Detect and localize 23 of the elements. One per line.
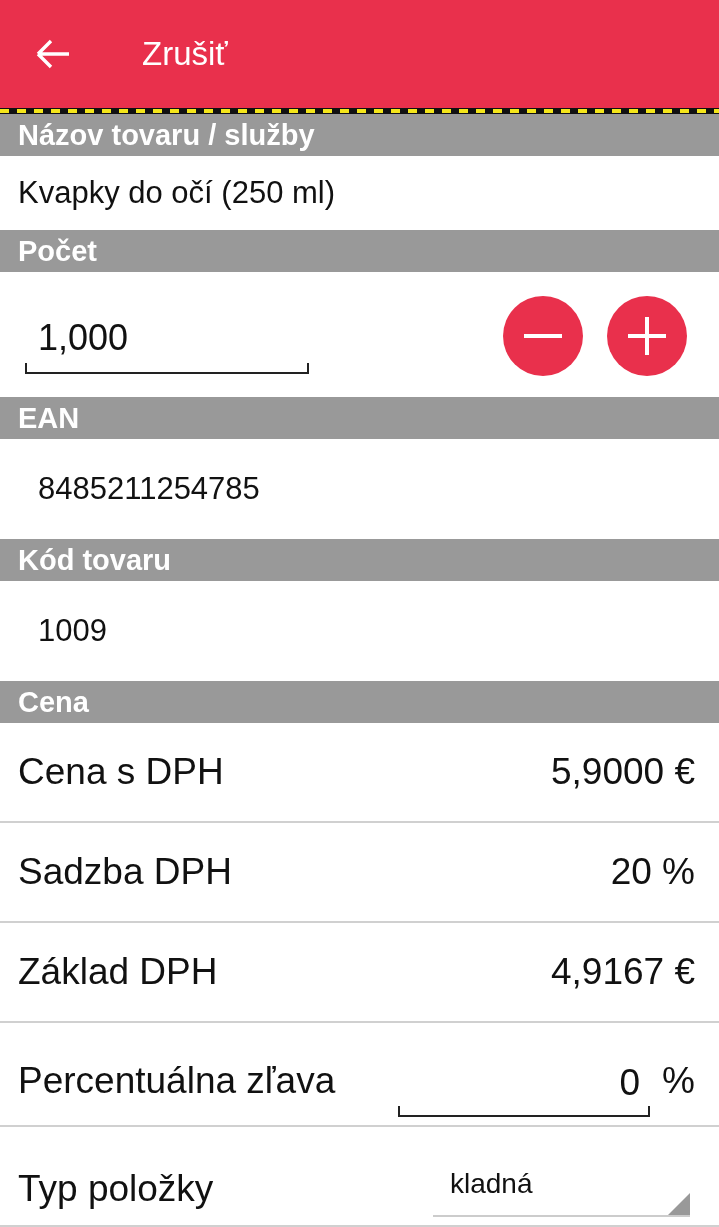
field-value: Kvapky do očí (250 ml) — [18, 173, 336, 212]
section-header: Názov tovaru / služby — [0, 114, 719, 156]
plus-icon — [628, 317, 666, 355]
row-label: Cena s DPH — [18, 750, 224, 795]
section-header: Počet — [0, 230, 719, 272]
unit-label: % — [662, 1059, 695, 1103]
toolbar-title: Zrušiť — [142, 34, 228, 75]
section-header: Kód tovaru — [0, 539, 719, 581]
row-value: 20 % — [610, 850, 695, 895]
field-value: 8485211254785 — [38, 469, 260, 508]
section-header: EAN — [0, 397, 719, 439]
dropdown-corner-icon — [668, 1193, 690, 1215]
minus-icon — [524, 334, 562, 338]
row-label: Základ DPH — [18, 950, 218, 995]
row-label: Sadzba DPH — [18, 850, 232, 895]
row-label: Typ položky — [18, 1167, 214, 1211]
row-label: Percentuálna zľava — [18, 1059, 336, 1103]
row-value: 4,9167 € — [550, 950, 695, 995]
row-value: 5,9000 € — [550, 750, 695, 795]
back-arrow-icon[interactable] — [36, 39, 70, 69]
section-header: Cena — [0, 681, 719, 723]
field-value: 1009 — [38, 611, 107, 650]
item-type-dropdown[interactable]: kladná — [433, 1159, 690, 1217]
